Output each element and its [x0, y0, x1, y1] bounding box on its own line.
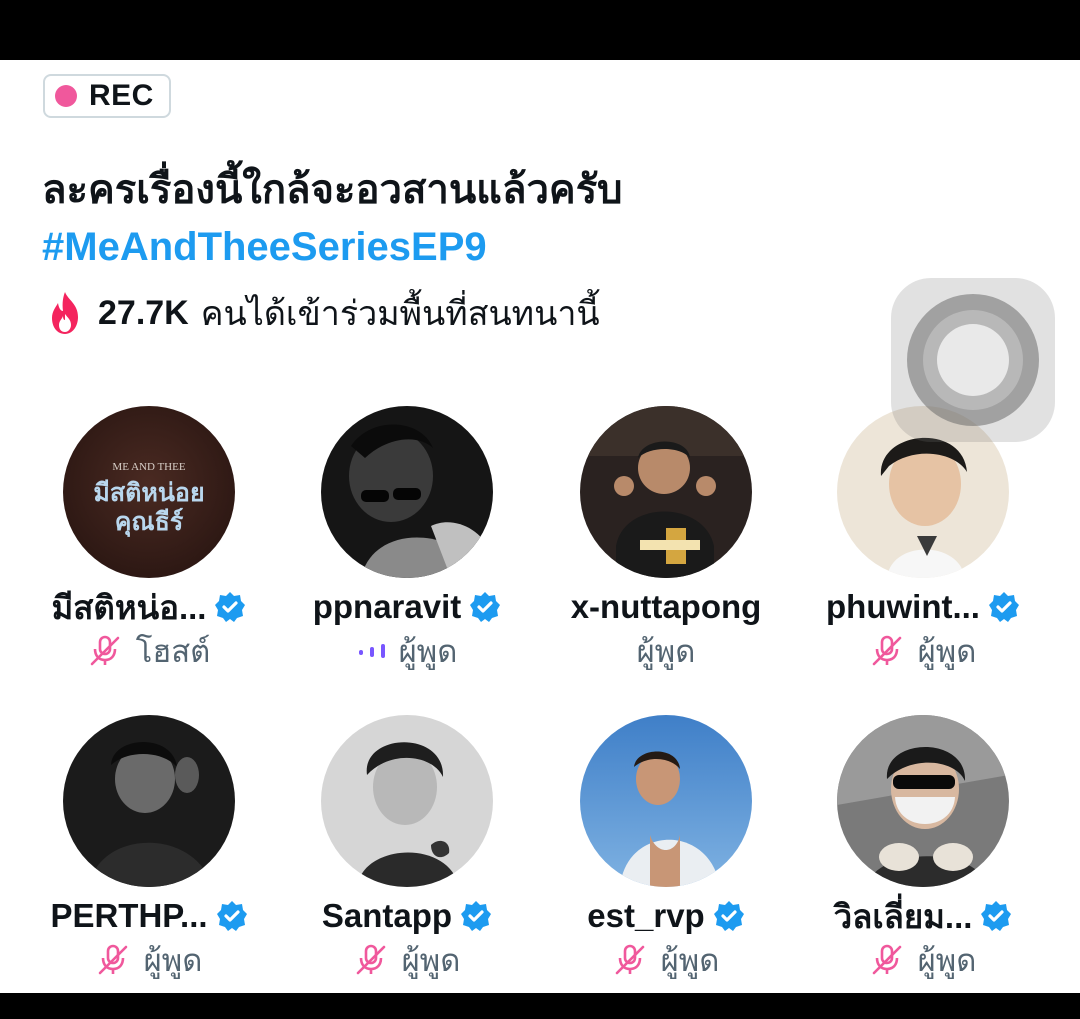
speaker-name: est_rvp [587, 897, 705, 934]
mic-off-icon [872, 944, 901, 975]
mic-off-icon [90, 635, 119, 666]
space-title: ละครเรื่องนี้ใกล้จะอวสานแล้วครับ [42, 168, 623, 212]
avatar-image [580, 715, 752, 887]
speaker-role-row: ผู้พูด [555, 630, 777, 672]
mic-off-icon [872, 635, 901, 666]
avatar-image [321, 406, 493, 578]
speaker-role: ผู้พูด [917, 943, 977, 978]
space-panel: REC ละครเรื่องนี้ใกล้จะอวสานแล้วครับ #Me… [0, 60, 1080, 993]
audio-bars-icon [358, 644, 385, 658]
speaker-role-row: ผู้พูด [812, 939, 1034, 981]
mic-off-icon [356, 944, 385, 975]
listeners-stats: 27.7K คนได้เข้าร่วมพื้นที่สนทนานี้ [44, 288, 600, 338]
speaker-role-row: โฮสต์ [38, 630, 260, 672]
speaker-role: ผู้พูด [636, 634, 696, 669]
record-dot-icon [55, 85, 77, 107]
speaker-name: x-nuttapong [570, 588, 762, 625]
speaker-name-row: PERTHP... [38, 893, 260, 939]
mic-off-icon [98, 944, 127, 975]
speaker-name-row: มีสติหน่อ... [38, 584, 260, 630]
avatar[interactable] [321, 715, 493, 887]
status-bar [0, 0, 1080, 60]
speaker-role-row: ผู้พูด [812, 630, 1034, 672]
rec-badge: REC [43, 74, 171, 118]
listeners-count: 27.7K [98, 293, 189, 332]
speaker-role: ผู้พูด [401, 943, 461, 978]
speaker-name-row: วิลเลี่ยม... [812, 893, 1034, 939]
speaker-role: ผู้พูด [398, 634, 458, 669]
speaker-role-row: ผู้พูด [555, 939, 777, 981]
speaker-name: PERTHP... [50, 897, 208, 934]
avatar[interactable] [580, 715, 752, 887]
avatar-image [837, 715, 1009, 887]
speaker-name-row: est_rvp [555, 893, 777, 939]
flame-icon [52, 292, 78, 334]
speaker-name-row: ppnaravit [296, 584, 518, 630]
verified-badge-icon [461, 901, 492, 931]
avatar[interactable] [321, 406, 493, 578]
verified-badge-icon [981, 901, 1012, 931]
verified-badge-icon [470, 592, 501, 622]
avatar[interactable]: ME AND THEE มีสติหน่อย คุณธีร์ [63, 406, 235, 578]
assistive-touch-icon[interactable] [889, 276, 1057, 444]
avatar-logo-text: ME AND THEE [112, 461, 185, 473]
bottom-bar [0, 993, 1080, 1019]
listeners-text: คนได้เข้าร่วมพื้นที่สนทนานี้ [200, 295, 600, 333]
speaker-name-row: x-nuttapong [555, 584, 777, 630]
speaker-role-row: ผู้พูด [38, 939, 260, 981]
mic-off-icon [615, 944, 644, 975]
verified-badge-icon [988, 592, 1019, 622]
speaker-role-row: ผู้พูด [296, 630, 518, 672]
speaker-name-row: Santapp [296, 893, 518, 939]
speaker-role-row: ผู้พูด [296, 939, 518, 981]
avatar[interactable] [837, 715, 1009, 887]
speaker-name: phuwint... [826, 588, 980, 625]
rec-label: REC [89, 79, 154, 112]
verified-badge-icon [215, 592, 246, 622]
space-hashtag[interactable]: #MeAndTheeSeriesEP9 [42, 223, 487, 271]
svg-text:มีสติหน่อย: มีสติหน่อย [93, 478, 204, 507]
avatar-image [321, 715, 493, 887]
speaker-role: ผู้พูด [917, 634, 977, 669]
svg-text:คุณธีร์: คุณธีร์ [115, 507, 184, 538]
avatar-image [63, 715, 235, 887]
verified-badge-icon [216, 901, 247, 931]
speaker-role: ผู้พูด [143, 943, 203, 978]
speaker-role: ผู้พูด [660, 943, 720, 978]
speaker-role: โฮสต์ [135, 634, 211, 669]
speaker-name-row: phuwint... [812, 584, 1034, 630]
avatar-image: ME AND THEE มีสติหน่อย คุณธีร์ [63, 406, 235, 578]
avatar[interactable] [63, 715, 235, 887]
speaker-name: ppnaravit [312, 588, 462, 625]
verified-badge-icon [713, 901, 744, 931]
avatar-image [580, 406, 752, 578]
speaker-name: Santapp [321, 897, 453, 934]
avatar[interactable] [580, 406, 752, 578]
